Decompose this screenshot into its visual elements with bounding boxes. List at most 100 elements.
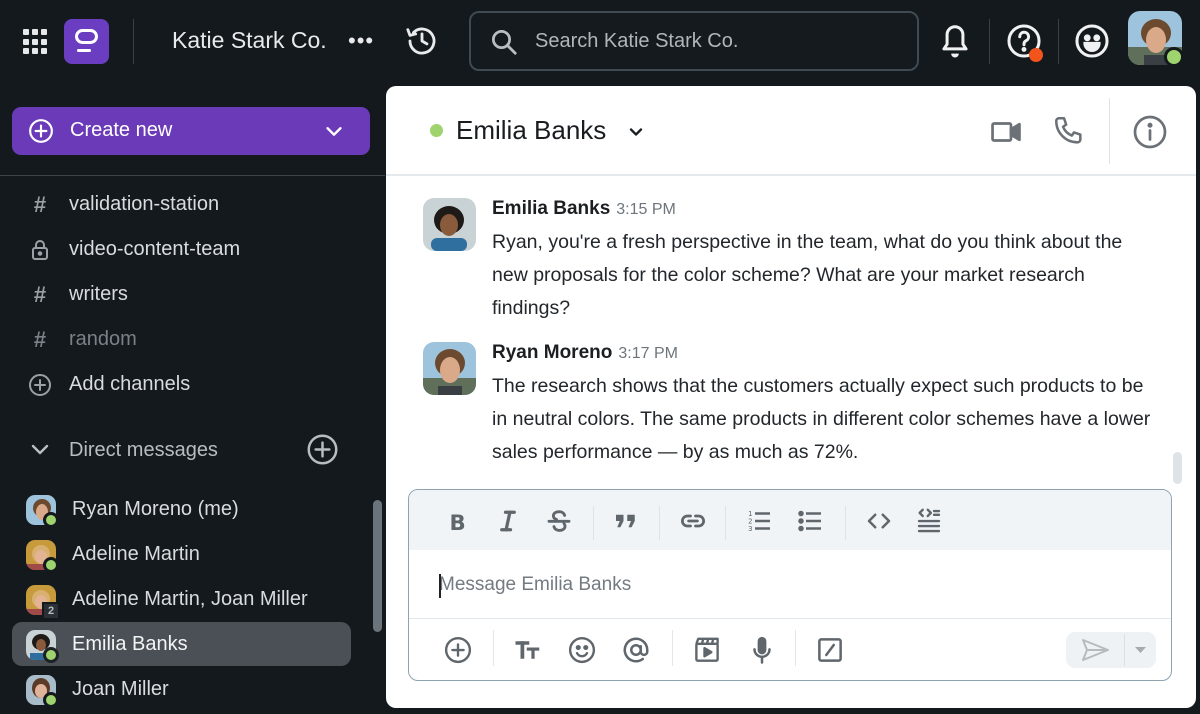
chevron-down-icon [323, 120, 345, 142]
author-name[interactable]: Ryan Moreno [492, 342, 612, 363]
send-button[interactable] [1066, 632, 1124, 668]
divider [659, 506, 660, 540]
divider [672, 630, 673, 666]
online-status-indicator [43, 512, 59, 528]
strikethrough-icon[interactable] [544, 506, 574, 536]
phone-call-icon[interactable] [1052, 114, 1086, 148]
divider [845, 506, 846, 540]
sidebar-scrollbar[interactable] [373, 500, 382, 632]
divider [1058, 19, 1059, 64]
more-options-icon[interactable]: ••• [348, 28, 374, 54]
plus-circle-icon [28, 373, 52, 397]
numbered-list-icon[interactable]: 123 [745, 506, 775, 536]
avatar[interactable] [423, 342, 476, 395]
add-direct-message-icon[interactable] [306, 433, 339, 466]
create-new-button[interactable]: Create new [12, 107, 370, 155]
conversation-header: Emilia Banks [386, 86, 1196, 176]
video-clip-icon[interactable] [692, 635, 722, 665]
emoji-icon[interactable] [567, 635, 597, 665]
notifications-bell-icon[interactable] [936, 22, 974, 60]
message-timestamp: 3:17 PM [618, 345, 678, 362]
app-logo[interactable] [64, 19, 109, 64]
message-text: Ryan, you're a fresh perspective in the … [492, 231, 1123, 319]
hash-icon: # [33, 282, 47, 307]
text-cursor [439, 574, 441, 598]
conversation-panel: Emilia Banks Emilia Banks 3:15 PM Ryan, y… [386, 86, 1196, 708]
dm-item-group-adeline-joan[interactable]: 2 Adeline Martin, Joan Miller [12, 577, 351, 621]
avatar[interactable] [423, 198, 476, 251]
online-status-indicator [43, 557, 59, 573]
help-notification-badge [1029, 48, 1043, 62]
bold-icon[interactable]: B [442, 506, 472, 536]
channel-item-random[interactable]: # random [0, 320, 370, 360]
dm-item-ryan-moreno[interactable]: Ryan Moreno (me) [12, 487, 351, 531]
channel-item-writers[interactable]: # writers [0, 275, 370, 315]
formatting-toolbar: B 123 [409, 490, 1171, 550]
channel-label: video-content-team [69, 238, 241, 260]
chevron-down-icon[interactable] [28, 437, 52, 461]
send-options-dropdown-icon[interactable] [1125, 632, 1156, 668]
channel-item-video-content-team[interactable]: video-content-team [0, 230, 370, 270]
direct-messages-label: Direct messages [69, 439, 218, 461]
author-name[interactable]: Emilia Banks [492, 198, 610, 219]
sidebar: Create new # validation-station video-co… [0, 84, 385, 714]
message-timestamp: 3:15 PM [616, 201, 676, 218]
code-icon[interactable] [864, 506, 894, 536]
search-input[interactable] [535, 25, 895, 57]
divider [795, 630, 796, 666]
message-author[interactable]: Emilia Banks 3:15 PM [492, 198, 676, 220]
user-status-indicator [1164, 47, 1184, 67]
code-block-icon[interactable] [914, 506, 944, 536]
link-icon[interactable] [678, 506, 708, 536]
add-attachment-icon[interactable] [443, 635, 473, 665]
online-status-indicator [43, 692, 59, 708]
channel-item-validation-station[interactable]: # validation-station [0, 185, 370, 225]
dm-item-emilia-banks[interactable]: Emilia Banks [12, 622, 351, 666]
info-icon[interactable] [1132, 114, 1168, 150]
dm-label: Joan Miller [72, 678, 169, 700]
svg-text:B: B [450, 511, 466, 536]
message-input[interactable] [439, 570, 1139, 600]
history-icon[interactable] [405, 24, 439, 58]
top-bar: Katie Stark Co. ••• [0, 0, 1200, 84]
channel-label: validation-station [69, 193, 220, 215]
conversation-title[interactable]: Emilia Banks [456, 115, 606, 146]
message-composer: B 123 [408, 489, 1172, 681]
svg-text:3: 3 [748, 525, 752, 533]
direct-messages-header[interactable]: Direct messages [0, 429, 370, 469]
workspace-name[interactable]: Katie Stark Co. [172, 27, 327, 54]
group-member-count-badge: 2 [42, 602, 60, 620]
search-icon [489, 27, 519, 57]
bulleted-list-icon[interactable] [796, 506, 826, 536]
microphone-icon[interactable] [747, 635, 777, 665]
add-channels-button[interactable]: Add channels [0, 365, 370, 405]
divider [989, 19, 990, 64]
add-channels-label: Add channels [69, 373, 191, 395]
quote-icon[interactable] [611, 506, 641, 536]
divider [1109, 98, 1110, 164]
online-status-indicator [430, 124, 443, 137]
messages-scrollbar[interactable] [1173, 452, 1182, 484]
online-status-indicator [43, 647, 59, 663]
dm-item-adeline-martin[interactable]: Adeline Martin [12, 532, 351, 576]
dm-label: Emilia Banks [72, 633, 188, 655]
plus-circle-icon [28, 118, 54, 144]
message-author[interactable]: Ryan Moreno 3:17 PM [492, 342, 678, 364]
italic-icon[interactable] [493, 506, 523, 536]
mention-icon[interactable] [621, 635, 651, 665]
divider [593, 506, 594, 540]
chevron-down-icon[interactable] [626, 122, 646, 142]
divider [409, 618, 1171, 619]
dm-label: Ryan Moreno (me) [72, 498, 239, 520]
emoji-status-icon[interactable] [1073, 22, 1111, 60]
app-grid-icon[interactable] [23, 29, 49, 55]
video-call-icon[interactable] [989, 115, 1023, 149]
text-format-icon[interactable] [513, 635, 543, 665]
dm-item-joan-miller[interactable]: Joan Miller [12, 667, 351, 711]
channel-label: writers [69, 283, 128, 305]
hash-icon: # [33, 192, 47, 217]
hash-icon: # [33, 327, 47, 352]
slash-commands-icon[interactable] [815, 635, 845, 665]
message-text: The research shows that the customers ac… [492, 375, 1151, 463]
search-box[interactable] [469, 11, 919, 71]
